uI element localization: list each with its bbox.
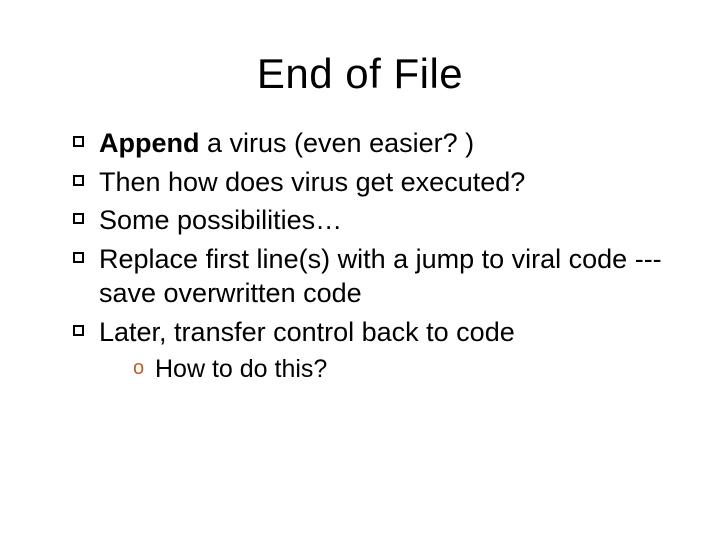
list-item: Some possibilities… — [73, 203, 665, 238]
list-item: Append a virus (even easier? ) — [73, 126, 665, 161]
bullet-lead: Append — [99, 128, 200, 158]
sub-bullet-list: How to do this? — [99, 353, 665, 386]
list-item: Replace first line(s) with a jump to vir… — [73, 242, 665, 311]
bullet-text: Replace first line(s) with a jump to vir… — [99, 244, 662, 309]
bullet-text: Some possibilities… — [99, 205, 342, 235]
slide-title: End of File — [55, 50, 665, 98]
bullet-text: Then how does virus get executed? — [99, 167, 525, 197]
bullet-text: Later, transfer control back to code — [99, 317, 515, 347]
sub-list-item: How to do this? — [133, 353, 665, 386]
list-item: Later, transfer control back to code How… — [73, 315, 665, 386]
bullet-text: a virus (even easier? ) — [200, 128, 475, 158]
bullet-list: Append a virus (even easier? ) Then how … — [55, 126, 665, 386]
slide: End of File Append a virus (even easier?… — [0, 0, 720, 540]
sub-bullet-text: How to do this? — [155, 355, 327, 383]
list-item: Then how does virus get executed? — [73, 165, 665, 200]
